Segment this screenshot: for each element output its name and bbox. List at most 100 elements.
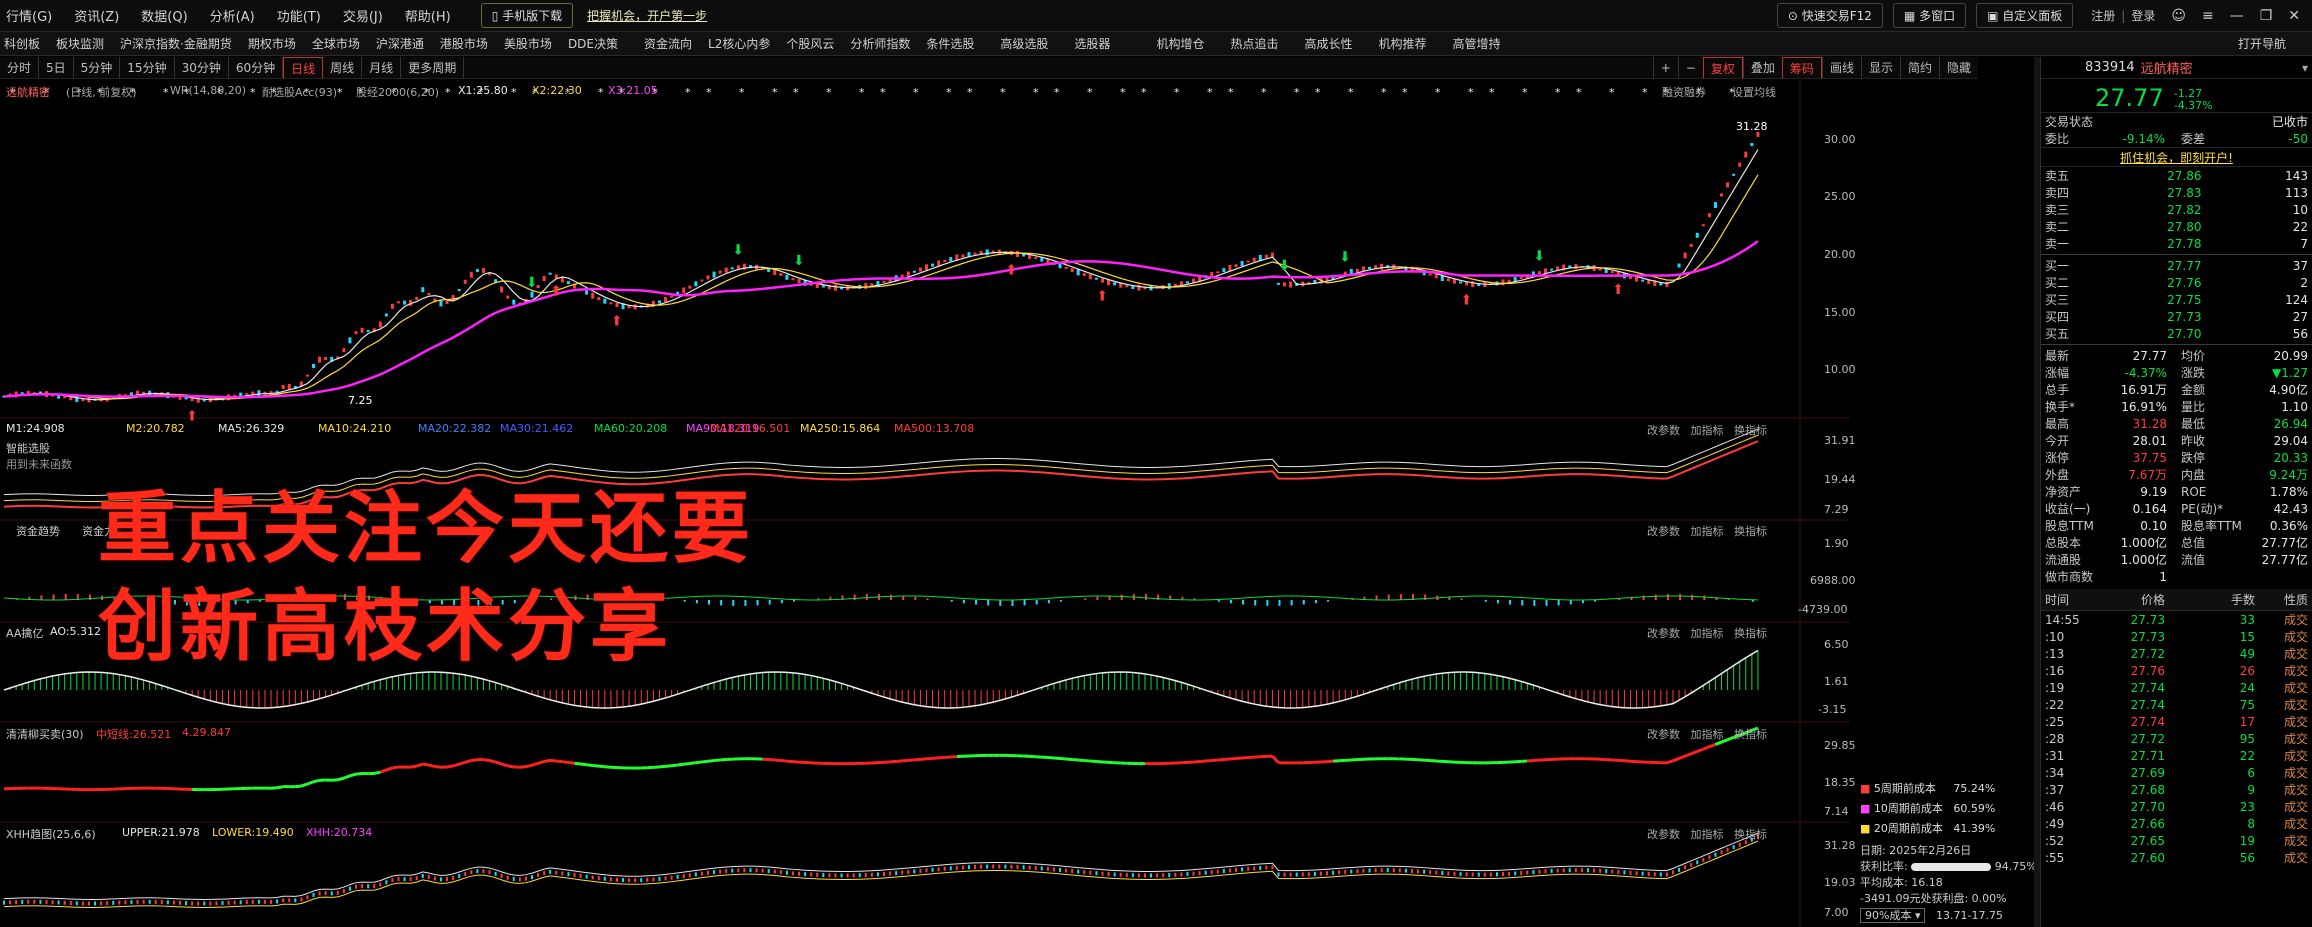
bid-row[interactable]: 买三 27.75 124	[2041, 291, 2312, 308]
zoom-in-icon[interactable]: +	[1652, 57, 1678, 78]
menu-trade[interactable]: 交易(J)	[343, 6, 383, 25]
nav-hk[interactable]: 港股市场	[440, 35, 488, 52]
panel-collapse-icon[interactable]: ▾	[2302, 61, 2308, 75]
custom-panel-button[interactable]: ▣ 自定义面板	[1976, 3, 2074, 28]
panel2-add-ind[interactable]: 加指标	[1691, 525, 1724, 538]
ticks-list[interactable]: 14:55 27.73 33 成交:10 27.73 15 成交:13 27.72 49 成交:1…	[2041, 611, 2312, 866]
ask-row[interactable]: 卖五 27.86 143	[2041, 167, 2312, 184]
nav-inst-recommend[interactable]: 机构推荐	[1378, 35, 1426, 52]
panel2-edit-params[interactable]: 改参数	[1647, 525, 1680, 538]
open-account-link[interactable]: 把握机会，开户第一步	[587, 7, 707, 24]
panel3-swap-ind[interactable]: 换指标	[1734, 627, 1767, 640]
nav-global[interactable]: 全球市场	[312, 35, 360, 52]
ask-price: 27.78	[2167, 236, 2202, 251]
period-60min[interactable]: 60分钟	[229, 57, 284, 78]
nav-picker[interactable]: 选股器	[1074, 35, 1110, 52]
panel4-edit-params[interactable]: 改参数	[1647, 728, 1680, 741]
ma-30: MA30:21.462	[500, 422, 574, 435]
maximize-icon[interactable]: ❐	[2260, 8, 2273, 24]
nav-dde[interactable]: DDE决策	[568, 35, 618, 52]
period-30min[interactable]: 30分钟	[175, 57, 229, 78]
panel4-add-ind[interactable]: 加指标	[1691, 728, 1724, 741]
zoom-out-icon[interactable]: −	[1677, 57, 1703, 78]
panel1-edit-params[interactable]: 改参数	[1647, 424, 1680, 437]
nav-growth[interactable]: 高成长性	[1304, 35, 1352, 52]
ask-row[interactable]: 卖二 27.80 22	[2041, 218, 2312, 235]
xhh-candle	[361, 884, 364, 889]
ask-row[interactable]: 卖四 27.83 113	[2041, 184, 2312, 201]
multi-window-button[interactable]: ▦ 多窗口	[1892, 3, 1967, 28]
minimize-icon[interactable]: —	[2230, 8, 2244, 24]
nav-connect[interactable]: 沪深港通	[376, 35, 424, 52]
nav-condition-pick[interactable]: 条件选股	[926, 35, 974, 52]
skin-icon[interactable]: ☺	[2171, 8, 2186, 24]
margin-trade-link[interactable]: 融资融券	[1662, 84, 1706, 100]
chip-cost-mode-select[interactable]: 90%成本 ▾	[1860, 908, 1926, 923]
period-monthly[interactable]: 月线	[362, 57, 402, 78]
chips-button[interactable]: 筹码	[1781, 57, 1822, 78]
mobile-download-button[interactable]: ▯ 手机版下载	[480, 3, 574, 28]
xhh-candle	[45, 900, 48, 905]
overlay-button[interactable]: 叠加	[1742, 57, 1782, 78]
nav-inst-add[interactable]: 机构增仓	[1156, 35, 1204, 52]
hide-button[interactable]: 隐藏	[1938, 57, 1978, 78]
bid-row[interactable]: 买四 27.73 27	[2041, 308, 2312, 325]
period-15min[interactable]: 15分钟	[120, 57, 175, 78]
menu-news[interactable]: 资讯(Z)	[74, 6, 119, 25]
panel-splitter[interactable]	[2034, 57, 2040, 927]
period-daily[interactable]: 日线	[283, 57, 324, 78]
nav-exec-add[interactable]: 高管增持	[1453, 35, 1501, 52]
display-button[interactable]: 显示	[1860, 57, 1900, 78]
tick-row: :19 27.74 24 成交	[2041, 679, 2312, 696]
period-more[interactable]: 更多周期	[401, 57, 465, 78]
panel2-swap-ind[interactable]: 换指标	[1734, 525, 1767, 538]
ask-row[interactable]: 卖三 27.82 10	[2041, 201, 2312, 218]
nav-l2[interactable]: L2核心内参	[708, 35, 770, 52]
nav-index[interactable]: 沪深京指数·金融期货	[120, 35, 232, 52]
open-nav-button[interactable]: 打开导航	[2238, 35, 2286, 52]
bid-row[interactable]: 买五 27.70 56	[2041, 325, 2312, 342]
nav-stock-storm[interactable]: 个股风云	[786, 35, 834, 52]
panel4-swap-ind[interactable]: 换指标	[1734, 728, 1767, 741]
panel5-swap-ind[interactable]: 换指标	[1734, 828, 1767, 841]
ma-settings-link[interactable]: 设置均线	[1732, 84, 1776, 100]
tick-volume: 75	[2239, 697, 2255, 712]
open-account-banner[interactable]: 抓住机会，即刻开户!	[2041, 147, 2312, 167]
candle	[1574, 264, 1578, 270]
panel3-edit-params[interactable]: 改参数	[1647, 627, 1680, 640]
star-marker: *	[1087, 86, 1093, 99]
nav-us[interactable]: 美股市场	[504, 35, 552, 52]
ask-row[interactable]: 卖一 27.78 7	[2041, 235, 2312, 252]
menu-functions[interactable]: 功能(T)	[277, 6, 321, 25]
bid-row[interactable]: 买二 27.76 2	[2041, 274, 2312, 291]
menu-icon[interactable]: ≡	[2202, 8, 2214, 24]
nav-options[interactable]: 期权市场	[248, 35, 296, 52]
panel1-add-ind[interactable]: 加指标	[1691, 424, 1724, 437]
nav-advanced-pick[interactable]: 高级选股	[1000, 35, 1048, 52]
panel1-swap-ind[interactable]: 换指标	[1734, 424, 1767, 437]
period-5min[interactable]: 5分钟	[74, 57, 121, 78]
nav-hotspot[interactable]: 热点追击	[1230, 35, 1278, 52]
menu-market[interactable]: 行情(G)	[6, 6, 52, 25]
panel5-add-ind[interactable]: 加指标	[1691, 828, 1724, 841]
nav-capital-flow[interactable]: 资金流向	[644, 35, 692, 52]
menu-data[interactable]: 数据(Q)	[141, 6, 187, 25]
simple-button[interactable]: 简约	[1899, 57, 1939, 78]
panel5-edit-params[interactable]: 改参数	[1647, 828, 1680, 841]
bid-row[interactable]: 买一 27.77 37	[2041, 257, 2312, 274]
period-intraday[interactable]: 分时	[0, 57, 40, 78]
adjust-button[interactable]: 复权	[1702, 57, 1743, 78]
login-link[interactable]: 登录	[2131, 7, 2155, 24]
quick-trade-button[interactable]: ⊙ 快速交易F12	[1776, 3, 1883, 28]
nav-star-market[interactable]: 科创板	[4, 35, 40, 52]
draw-line-button[interactable]: 画线	[1821, 57, 1861, 78]
period-weekly[interactable]: 周线	[323, 57, 363, 78]
panel3-add-ind[interactable]: 加指标	[1691, 627, 1724, 640]
period-5day[interactable]: 5日	[39, 57, 74, 78]
menu-analysis[interactable]: 分析(A)	[210, 6, 255, 25]
close-icon[interactable]: ✕	[2288, 8, 2300, 24]
nav-sector-monitor[interactable]: 板块监测	[56, 35, 104, 52]
register-link[interactable]: 注册	[2091, 7, 2115, 24]
nav-analyst-index[interactable]: 分析师指数	[850, 35, 910, 52]
menu-help[interactable]: 帮助(H)	[405, 6, 451, 25]
